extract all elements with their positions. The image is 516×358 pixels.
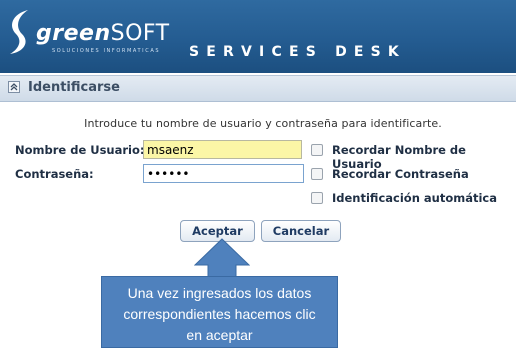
callout-line-2: correspondientes hacemos clic <box>123 306 316 322</box>
password-label: Contraseña: <box>15 167 94 181</box>
callout-line-1: Una vez ingresados los datos <box>127 285 312 301</box>
double-chevron-up-icon <box>10 83 18 91</box>
logo-wordmark: greenSOFT <box>36 21 170 46</box>
username-input[interactable] <box>143 140 302 159</box>
auto-login-checkbox[interactable] <box>311 192 323 204</box>
intro-text: Introduce tu nombre de usuario y contras… <box>0 117 516 130</box>
logo-tagline: SOLUCIONES INFORMATICAS <box>52 48 161 54</box>
logo-light-text: SOFT <box>110 21 170 46</box>
remember-password-checkbox[interactable] <box>311 168 323 180</box>
section-title: Identificarse <box>28 80 120 95</box>
collapse-button[interactable] <box>8 81 20 93</box>
product-title: SERVICES DESK <box>189 44 406 60</box>
section-header: Identificarse <box>0 75 516 102</box>
username-label: Nombre de Usuario: <box>15 143 145 157</box>
logo-swoosh-icon <box>10 10 28 54</box>
password-input[interactable] <box>143 164 304 183</box>
callout-line-3: en aceptar <box>186 327 253 343</box>
app-header: greenSOFT SOLUCIONES INFORMATICAS SERVIC… <box>0 0 516 73</box>
intro-text-content: Introduce tu nombre de usuario y contras… <box>84 117 442 130</box>
callout-arrow-icon <box>194 238 250 278</box>
remember-user-checkbox[interactable] <box>311 144 323 156</box>
cancel-button[interactable]: Cancelar <box>261 220 341 242</box>
logo-bold-text: green <box>36 21 111 46</box>
remember-password-label: Recordar Contraseña <box>332 167 469 181</box>
callout-box: Una vez ingresados los datos correspondi… <box>101 276 338 348</box>
auto-login-label: Identificación automática <box>332 191 497 205</box>
